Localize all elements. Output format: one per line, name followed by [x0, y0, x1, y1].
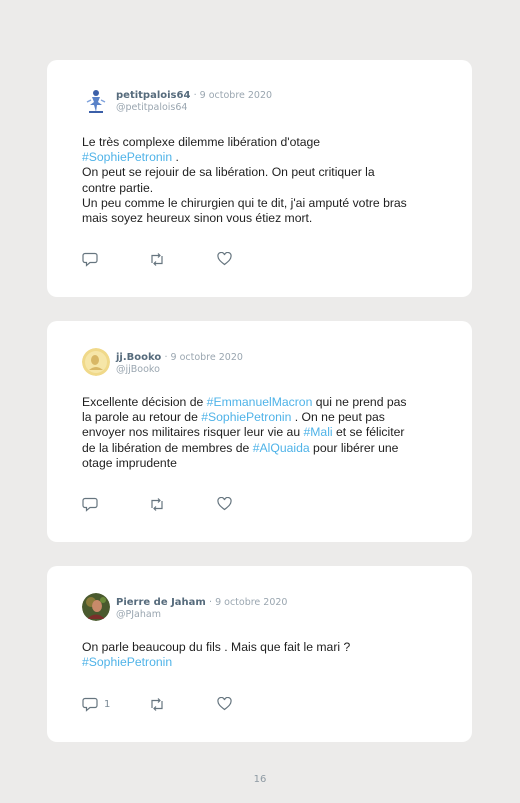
- author-name[interactable]: petitpalois64: [116, 90, 190, 101]
- tweet-text-segment: otage imprudente: [82, 455, 177, 470]
- tweet-text: Le très complexe dilemme libération d'ot…: [82, 135, 442, 226]
- tweet-date: · 9 octobre 2020: [193, 90, 273, 101]
- tweet-text: Excellente décision de #EmmanuelMacron q…: [82, 395, 442, 471]
- tweet-line: Excellente décision de #EmmanuelMacron q…: [82, 395, 442, 410]
- tweet-line: #SophiePetronin .: [82, 150, 442, 165]
- like-button[interactable]: [217, 697, 232, 711]
- tweet-header: Pierre de Jaham · 9 octobre 2020 @PJaham: [116, 596, 287, 621]
- tweet-line: otage imprudente: [82, 456, 442, 471]
- author-handle: @jjBooko: [116, 364, 160, 375]
- tweet-text-segment: contre partie.: [82, 180, 154, 195]
- heart-icon: [217, 252, 232, 266]
- page-number: 16: [253, 774, 267, 785]
- tweet-text-segment: . On ne peut pas: [291, 410, 385, 425]
- reply-button[interactable]: 1: [82, 697, 110, 712]
- tweet-header: jj.Booko · 9 octobre 2020 @jjBooko: [116, 351, 243, 376]
- tweet-text-segment: la parole au retour de: [82, 410, 202, 425]
- avatar-petitpalois64[interactable]: [82, 88, 110, 116]
- retweet-icon: [151, 498, 163, 511]
- tweet-line: envoyer nos militaires risquer leur vie …: [82, 425, 442, 440]
- heart-icon: [217, 497, 232, 511]
- tweet-text-segment: Un peu comme le chirurgien qui te dit, j…: [82, 195, 407, 210]
- tweet-card-1: petitpalois64 · 9 octobre 2020 @petitpal…: [47, 60, 472, 297]
- reply-icon: [82, 697, 98, 712]
- tweet-line: de la libération de membres de #AlQuaida…: [82, 441, 442, 456]
- reply-button[interactable]: [82, 497, 104, 512]
- author-name[interactable]: Pierre de Jaham: [116, 597, 206, 608]
- heart-icon: [217, 697, 232, 711]
- retweet-icon: [151, 253, 163, 266]
- retweet-button[interactable]: [149, 252, 165, 267]
- tweet-actions: 1: [82, 697, 282, 713]
- tweet-text-segment: .: [172, 150, 179, 165]
- tweet-line: contre partie.: [82, 181, 442, 196]
- tweet-card-2: jj.Booko · 9 octobre 2020 @jjBooko Excel…: [47, 321, 472, 542]
- hashtag-link[interactable]: #AlQuaida: [253, 441, 310, 455]
- tweet-text-segment: et se féliciter: [332, 425, 405, 440]
- retweet-button[interactable]: [149, 697, 165, 712]
- reply-icon: [82, 252, 98, 267]
- tweet-text-segment: mais soyez heureux sinon vous étiez mort…: [82, 211, 313, 226]
- tweet-actions: [82, 252, 282, 268]
- tweet-text: On parle beaucoup du fils . Mais que fai…: [82, 640, 442, 670]
- hashtag-link[interactable]: #EmmanuelMacron: [207, 395, 313, 409]
- hashtag-link[interactable]: #SophiePetronin: [82, 655, 172, 669]
- tweet-text-segment: de la libération de membres de: [82, 440, 253, 455]
- tweet-text-segment: qui ne prend pas: [312, 395, 407, 409]
- author-handle: @PJaham: [116, 609, 161, 620]
- avatar-pjaham[interactable]: [82, 593, 110, 621]
- reply-icon: [82, 497, 98, 512]
- tweet-line: On parle beaucoup du fils . Mais que fai…: [82, 640, 442, 655]
- avatar-jjbooko[interactable]: [82, 348, 110, 376]
- retweet-button[interactable]: [149, 497, 165, 512]
- tweet-line: Un peu comme le chirurgien qui te dit, j…: [82, 196, 442, 211]
- tweet-actions: [82, 497, 282, 513]
- tweet-date: · 9 octobre 2020: [164, 352, 243, 363]
- tweet-text-segment: Le très complexe dilemme libération d'ot…: [82, 135, 321, 149]
- retweet-icon: [151, 698, 163, 711]
- tweet-header: petitpalois64 · 9 octobre 2020 @petitpal…: [116, 89, 272, 114]
- author-handle: @petitpalois64: [116, 102, 188, 113]
- hashtag-link[interactable]: #SophiePetronin: [201, 410, 291, 424]
- tweet-line: mais soyez heureux sinon vous étiez mort…: [82, 211, 442, 226]
- tweet-date: · 9 octobre 2020: [209, 597, 288, 608]
- tweet-line: la parole au retour de #SophiePetronin .…: [82, 410, 442, 425]
- tweet-line: #SophiePetronin: [82, 655, 442, 670]
- hashtag-link[interactable]: #Mali: [304, 425, 333, 439]
- tweet-line: Le très complexe dilemme libération d'ot…: [82, 135, 442, 150]
- tweet-text-segment: envoyer nos militaires risquer leur vie …: [82, 425, 304, 440]
- tweet-text-segment: Excellente décision de: [82, 395, 207, 409]
- tweet-text-segment: On parle beaucoup du fils . Mais que fai…: [82, 640, 351, 654]
- tweet-line: On peut se rejouir de sa libération. On …: [82, 165, 442, 180]
- reply-button[interactable]: [82, 252, 104, 267]
- like-button[interactable]: [217, 497, 232, 511]
- reply-count: 1: [104, 699, 111, 710]
- like-button[interactable]: [217, 252, 232, 266]
- author-name[interactable]: jj.Booko: [116, 352, 161, 363]
- tweet-card-3: Pierre de Jaham · 9 octobre 2020 @PJaham…: [47, 566, 472, 742]
- tweet-text-segment: pour libérer une: [309, 440, 399, 455]
- hashtag-link[interactable]: #SophiePetronin: [82, 150, 172, 164]
- tweet-text-segment: On peut se rejouir de sa libération. On …: [82, 165, 375, 180]
